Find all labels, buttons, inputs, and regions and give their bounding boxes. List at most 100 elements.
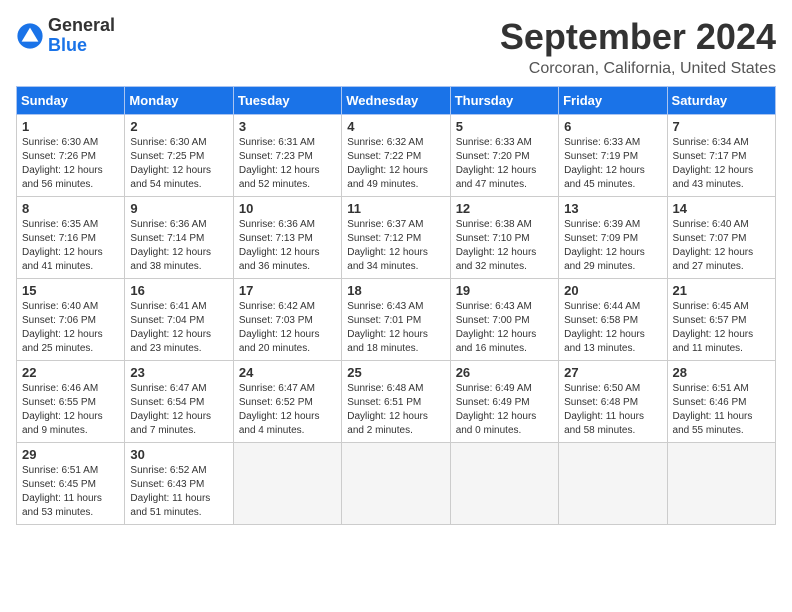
calendar-week-row: 1 Sunrise: 6:30 AMSunset: 7:26 PMDayligh… (17, 115, 776, 197)
day-details: Sunrise: 6:33 AMSunset: 7:19 PMDaylight:… (564, 137, 645, 190)
location-title: Corcoran, California, United States (16, 60, 776, 78)
calendar-day-29: 29 Sunrise: 6:51 AMSunset: 6:45 PMDaylig… (17, 443, 125, 525)
calendar-day-16: 16 Sunrise: 6:41 AMSunset: 7:04 PMDaylig… (125, 279, 233, 361)
empty-cell (342, 443, 450, 525)
day-details: Sunrise: 6:36 AMSunset: 7:14 PMDaylight:… (130, 219, 211, 272)
day-details: Sunrise: 6:51 AMSunset: 6:45 PMDaylight:… (22, 465, 102, 518)
calendar-week-row: 29 Sunrise: 6:51 AMSunset: 6:45 PMDaylig… (17, 443, 776, 525)
day-details: Sunrise: 6:48 AMSunset: 6:51 PMDaylight:… (347, 383, 428, 436)
calendar-day-28: 28 Sunrise: 6:51 AMSunset: 6:46 PMDaylig… (667, 361, 775, 443)
day-number: 9 (130, 201, 227, 216)
weekday-monday: Monday (125, 87, 233, 115)
day-number: 12 (456, 201, 553, 216)
day-details: Sunrise: 6:36 AMSunset: 7:13 PMDaylight:… (239, 219, 320, 272)
calendar-day-2: 2 Sunrise: 6:30 AMSunset: 7:25 PMDayligh… (125, 115, 233, 197)
day-number: 25 (347, 365, 444, 380)
calendar-day-11: 11 Sunrise: 6:37 AMSunset: 7:12 PMDaylig… (342, 197, 450, 279)
weekday-friday: Friday (559, 87, 667, 115)
weekday-saturday: Saturday (667, 87, 775, 115)
day-number: 22 (22, 365, 119, 380)
empty-cell (667, 443, 775, 525)
calendar-day-5: 5 Sunrise: 6:33 AMSunset: 7:20 PMDayligh… (450, 115, 558, 197)
day-details: Sunrise: 6:47 AMSunset: 6:54 PMDaylight:… (130, 383, 211, 436)
day-details: Sunrise: 6:49 AMSunset: 6:49 PMDaylight:… (456, 383, 537, 436)
header-section: September 2024 Corcoran, California, Uni… (16, 16, 776, 78)
day-details: Sunrise: 6:46 AMSunset: 6:55 PMDaylight:… (22, 383, 103, 436)
day-number: 28 (673, 365, 770, 380)
calendar-day-7: 7 Sunrise: 6:34 AMSunset: 7:17 PMDayligh… (667, 115, 775, 197)
day-number: 1 (22, 119, 119, 134)
weekday-tuesday: Tuesday (233, 87, 341, 115)
calendar-day-30: 30 Sunrise: 6:52 AMSunset: 6:43 PMDaylig… (125, 443, 233, 525)
calendar-day-12: 12 Sunrise: 6:38 AMSunset: 7:10 PMDaylig… (450, 197, 558, 279)
day-details: Sunrise: 6:50 AMSunset: 6:48 PMDaylight:… (564, 383, 644, 436)
day-details: Sunrise: 6:30 AMSunset: 7:26 PMDaylight:… (22, 137, 103, 190)
day-details: Sunrise: 6:43 AMSunset: 7:01 PMDaylight:… (347, 301, 428, 354)
calendar-day-21: 21 Sunrise: 6:45 AMSunset: 6:57 PMDaylig… (667, 279, 775, 361)
day-details: Sunrise: 6:40 AMSunset: 7:06 PMDaylight:… (22, 301, 103, 354)
calendar-day-18: 18 Sunrise: 6:43 AMSunset: 7:01 PMDaylig… (342, 279, 450, 361)
day-details: Sunrise: 6:34 AMSunset: 7:17 PMDaylight:… (673, 137, 754, 190)
calendar-day-4: 4 Sunrise: 6:32 AMSunset: 7:22 PMDayligh… (342, 115, 450, 197)
day-number: 20 (564, 283, 661, 298)
calendar-day-26: 26 Sunrise: 6:49 AMSunset: 6:49 PMDaylig… (450, 361, 558, 443)
day-details: Sunrise: 6:30 AMSunset: 7:25 PMDaylight:… (130, 137, 211, 190)
day-number: 23 (130, 365, 227, 380)
empty-cell (233, 443, 341, 525)
logo-blue: Blue (48, 35, 87, 55)
calendar-day-3: 3 Sunrise: 6:31 AMSunset: 7:23 PMDayligh… (233, 115, 341, 197)
month-title: September 2024 (16, 16, 776, 58)
day-details: Sunrise: 6:52 AMSunset: 6:43 PMDaylight:… (130, 465, 210, 518)
calendar-day-9: 9 Sunrise: 6:36 AMSunset: 7:14 PMDayligh… (125, 197, 233, 279)
day-details: Sunrise: 6:40 AMSunset: 7:07 PMDaylight:… (673, 219, 754, 272)
day-number: 18 (347, 283, 444, 298)
calendar-day-15: 15 Sunrise: 6:40 AMSunset: 7:06 PMDaylig… (17, 279, 125, 361)
day-number: 7 (673, 119, 770, 134)
calendar-day-23: 23 Sunrise: 6:47 AMSunset: 6:54 PMDaylig… (125, 361, 233, 443)
day-details: Sunrise: 6:32 AMSunset: 7:22 PMDaylight:… (347, 137, 428, 190)
day-details: Sunrise: 6:37 AMSunset: 7:12 PMDaylight:… (347, 219, 428, 272)
logo: General Blue (16, 16, 115, 56)
calendar-day-10: 10 Sunrise: 6:36 AMSunset: 7:13 PMDaylig… (233, 197, 341, 279)
empty-cell (559, 443, 667, 525)
calendar-week-row: 15 Sunrise: 6:40 AMSunset: 7:06 PMDaylig… (17, 279, 776, 361)
calendar-day-22: 22 Sunrise: 6:46 AMSunset: 6:55 PMDaylig… (17, 361, 125, 443)
day-details: Sunrise: 6:38 AMSunset: 7:10 PMDaylight:… (456, 219, 537, 272)
calendar-day-1: 1 Sunrise: 6:30 AMSunset: 7:26 PMDayligh… (17, 115, 125, 197)
day-details: Sunrise: 6:33 AMSunset: 7:20 PMDaylight:… (456, 137, 537, 190)
day-number: 14 (673, 201, 770, 216)
day-number: 6 (564, 119, 661, 134)
day-number: 24 (239, 365, 336, 380)
calendar-day-8: 8 Sunrise: 6:35 AMSunset: 7:16 PMDayligh… (17, 197, 125, 279)
day-number: 19 (456, 283, 553, 298)
logo-icon (16, 22, 44, 50)
day-details: Sunrise: 6:31 AMSunset: 7:23 PMDaylight:… (239, 137, 320, 190)
day-number: 15 (22, 283, 119, 298)
day-number: 16 (130, 283, 227, 298)
day-details: Sunrise: 6:47 AMSunset: 6:52 PMDaylight:… (239, 383, 320, 436)
calendar-day-25: 25 Sunrise: 6:48 AMSunset: 6:51 PMDaylig… (342, 361, 450, 443)
day-details: Sunrise: 6:42 AMSunset: 7:03 PMDaylight:… (239, 301, 320, 354)
day-number: 3 (239, 119, 336, 134)
calendar-day-24: 24 Sunrise: 6:47 AMSunset: 6:52 PMDaylig… (233, 361, 341, 443)
day-number: 21 (673, 283, 770, 298)
calendar-day-13: 13 Sunrise: 6:39 AMSunset: 7:09 PMDaylig… (559, 197, 667, 279)
logo-general: General (48, 15, 115, 35)
calendar-day-20: 20 Sunrise: 6:44 AMSunset: 6:58 PMDaylig… (559, 279, 667, 361)
day-details: Sunrise: 6:45 AMSunset: 6:57 PMDaylight:… (673, 301, 754, 354)
day-number: 30 (130, 447, 227, 462)
calendar-body: 1 Sunrise: 6:30 AMSunset: 7:26 PMDayligh… (17, 115, 776, 525)
empty-cell (450, 443, 558, 525)
weekday-thursday: Thursday (450, 87, 558, 115)
day-number: 11 (347, 201, 444, 216)
day-number: 8 (22, 201, 119, 216)
calendar-day-19: 19 Sunrise: 6:43 AMSunset: 7:00 PMDaylig… (450, 279, 558, 361)
day-number: 10 (239, 201, 336, 216)
weekday-header-row: SundayMondayTuesdayWednesdayThursdayFrid… (17, 87, 776, 115)
day-details: Sunrise: 6:39 AMSunset: 7:09 PMDaylight:… (564, 219, 645, 272)
calendar-week-row: 22 Sunrise: 6:46 AMSunset: 6:55 PMDaylig… (17, 361, 776, 443)
weekday-sunday: Sunday (17, 87, 125, 115)
day-number: 17 (239, 283, 336, 298)
day-details: Sunrise: 6:35 AMSunset: 7:16 PMDaylight:… (22, 219, 103, 272)
day-details: Sunrise: 6:41 AMSunset: 7:04 PMDaylight:… (130, 301, 211, 354)
